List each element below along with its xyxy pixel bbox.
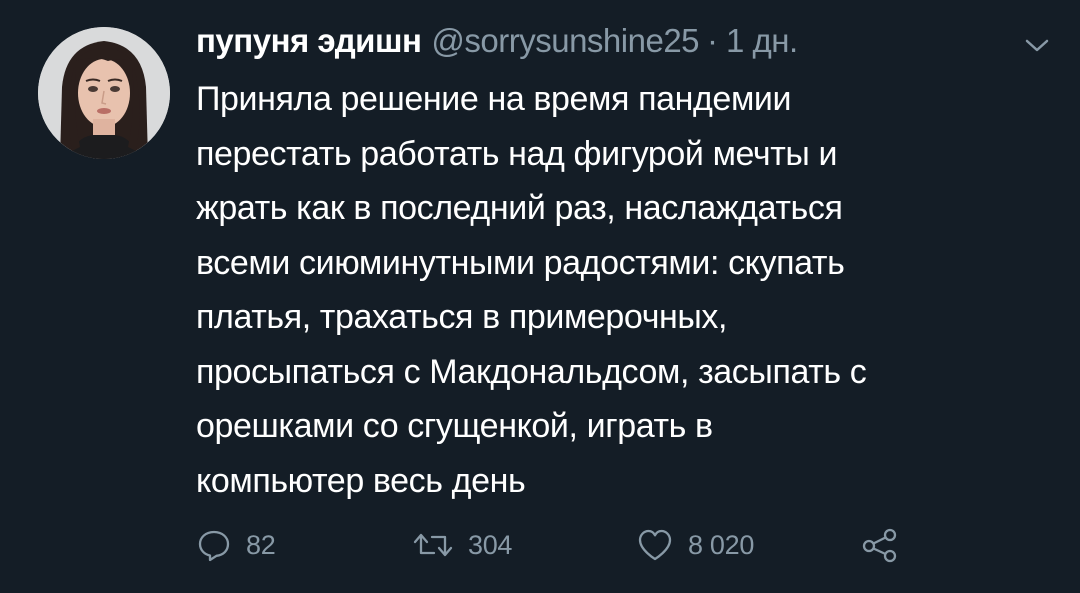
share-icon — [862, 528, 897, 563]
heart-icon — [638, 529, 672, 561]
timestamp[interactable]: 1 дн. — [726, 22, 798, 60]
retweet-button[interactable]: 304 — [412, 520, 512, 570]
retweet-icon — [413, 533, 453, 557]
tweet-card: пупуня эдишн @sorrysunshine25 · 1 дн. Пр… — [0, 0, 1080, 593]
separator-dot: · — [707, 22, 719, 59]
tweet-header: пупуня эдишн @sorrysunshine25 · 1 дн. — [196, 22, 798, 72]
tweet-text-line: платья, трахаться в примерочных, — [196, 298, 728, 336]
reply-icon — [198, 530, 230, 562]
user-handle[interactable]: @sorrysunshine25 — [431, 22, 699, 60]
tweet-text: Приняла решение на время пандемии перест… — [196, 72, 1046, 508]
chevron-down-icon[interactable] — [1022, 36, 1052, 56]
tweet-text-line: Приняла решение на время пандемии — [196, 80, 792, 118]
tweet-text-line: компьютер весь день — [196, 461, 526, 500]
avatar-image — [38, 27, 170, 159]
retweet-count: 304 — [468, 529, 513, 560]
like-count: 8 020 — [688, 529, 755, 560]
avatar[interactable] — [38, 27, 170, 159]
tweet-text-line: орешками со сгущенкой, играть в — [196, 407, 713, 445]
tweet-text-line: жрать как в последний раз, наслаждаться — [196, 189, 843, 227]
reply-button[interactable]: 82 — [196, 520, 276, 570]
like-button[interactable]: 8 020 — [636, 520, 754, 570]
tweet-text-line: перестать работать над фигурой мечты и — [196, 134, 838, 173]
share-button[interactable] — [860, 520, 900, 570]
action-bar: 82 304 8 020 — [196, 520, 916, 570]
tweet-text-line: всеми сиюминутными радостями: скупать — [196, 243, 845, 282]
display-name[interactable]: пупуня эдишн — [196, 22, 422, 60]
tweet-text-line: просыпаться с Макдональдсом, засыпать с — [196, 352, 867, 391]
reply-count: 82 — [246, 529, 276, 560]
